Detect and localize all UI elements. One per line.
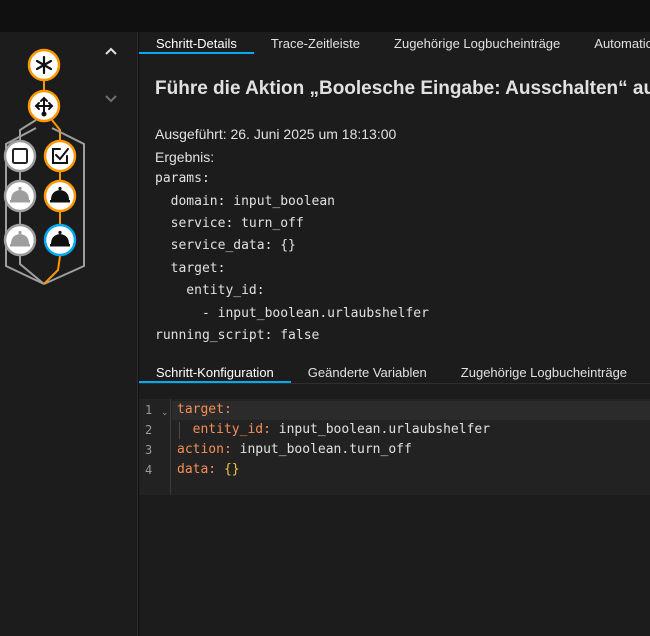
code-line: action: input_boolean.turn_off: [177, 442, 412, 457]
result-line: service: turn_off: [155, 216, 304, 231]
tab-trace-timeline[interactable]: Trace-Zeitleiste: [254, 32, 377, 54]
result-line: entity_id:: [155, 283, 265, 298]
step-tabs: Schritt-Konfiguration Geänderte Variable…: [139, 361, 650, 383]
tabs-divider: [139, 383, 650, 384]
step-title: Führe die Aktion „Boolesche Eingabe: Aus…: [155, 78, 650, 99]
active-line-highlight: [172, 401, 650, 420]
executed-timestamp: Ausgeführt: 26. Juni 2025 um 18:13:00: [155, 126, 397, 142]
trace-tabs: Schritt-Details Trace-Zeitleiste Zugehör…: [139, 32, 650, 54]
condition-node-inactive[interactable]: [3, 139, 37, 173]
action-node-selected[interactable]: [43, 223, 77, 257]
result-line: service_data: {}: [155, 238, 296, 253]
next-step-button[interactable]: [104, 94, 124, 114]
result-line: params:: [155, 171, 210, 186]
code-line: data: {}: [177, 462, 240, 477]
line-number: 4: [145, 463, 153, 477]
trace-details-pane: Schritt-Details Trace-Zeitleiste Zugehör…: [139, 32, 650, 636]
result-label: Ergebnis:: [155, 149, 215, 165]
tab-automation-config[interactable]: Automation-Konfiguration: [577, 32, 650, 54]
trace-graph-pane: [0, 32, 138, 636]
result-line: running_script: false: [155, 328, 320, 343]
tab-changed-variables[interactable]: Geänderte Variablen: [291, 361, 444, 383]
tab-step-details[interactable]: Schritt-Details: [139, 32, 254, 54]
code-line: target:: [177, 402, 232, 417]
trigger-node[interactable]: [27, 48, 61, 82]
tab-step-logbook[interactable]: Zugehörige Logbucheinträge: [444, 361, 644, 383]
code-line: entity_id: input_boolean.urlaubshelfer: [177, 422, 491, 437]
action-node-active-1[interactable]: [43, 179, 77, 213]
tab-step-config[interactable]: Schritt-Konfiguration: [139, 361, 291, 383]
previous-step-button[interactable]: [104, 46, 124, 66]
fold-chevron-icon[interactable]: ⌄: [161, 407, 169, 418]
result-line: domain: input_boolean: [155, 194, 336, 209]
action-node-inactive-1[interactable]: [3, 179, 37, 213]
line-number: 3: [145, 443, 153, 457]
tab-related-logbook[interactable]: Zugehörige Logbucheinträge: [377, 32, 577, 54]
line-number: 1: [145, 403, 153, 417]
line-gutter: 1 ⌄ 2 3 4: [139, 399, 171, 495]
line-number: 2: [145, 423, 153, 437]
chevron-down-icon: [105, 95, 117, 103]
top-bar: [0, 0, 650, 32]
chevron-up-icon: [105, 47, 117, 55]
result-line: - input_boolean.urlaubshelfer: [155, 306, 429, 321]
yaml-editor[interactable]: 1 ⌄ 2 3 4 target: entity_id: input_boole…: [139, 399, 650, 495]
condition-node-active[interactable]: [43, 139, 77, 173]
trace-graph: [3, 48, 85, 285]
result-line: target:: [155, 261, 226, 276]
choose-node[interactable]: [27, 89, 61, 123]
action-node-inactive-2[interactable]: [3, 223, 37, 257]
